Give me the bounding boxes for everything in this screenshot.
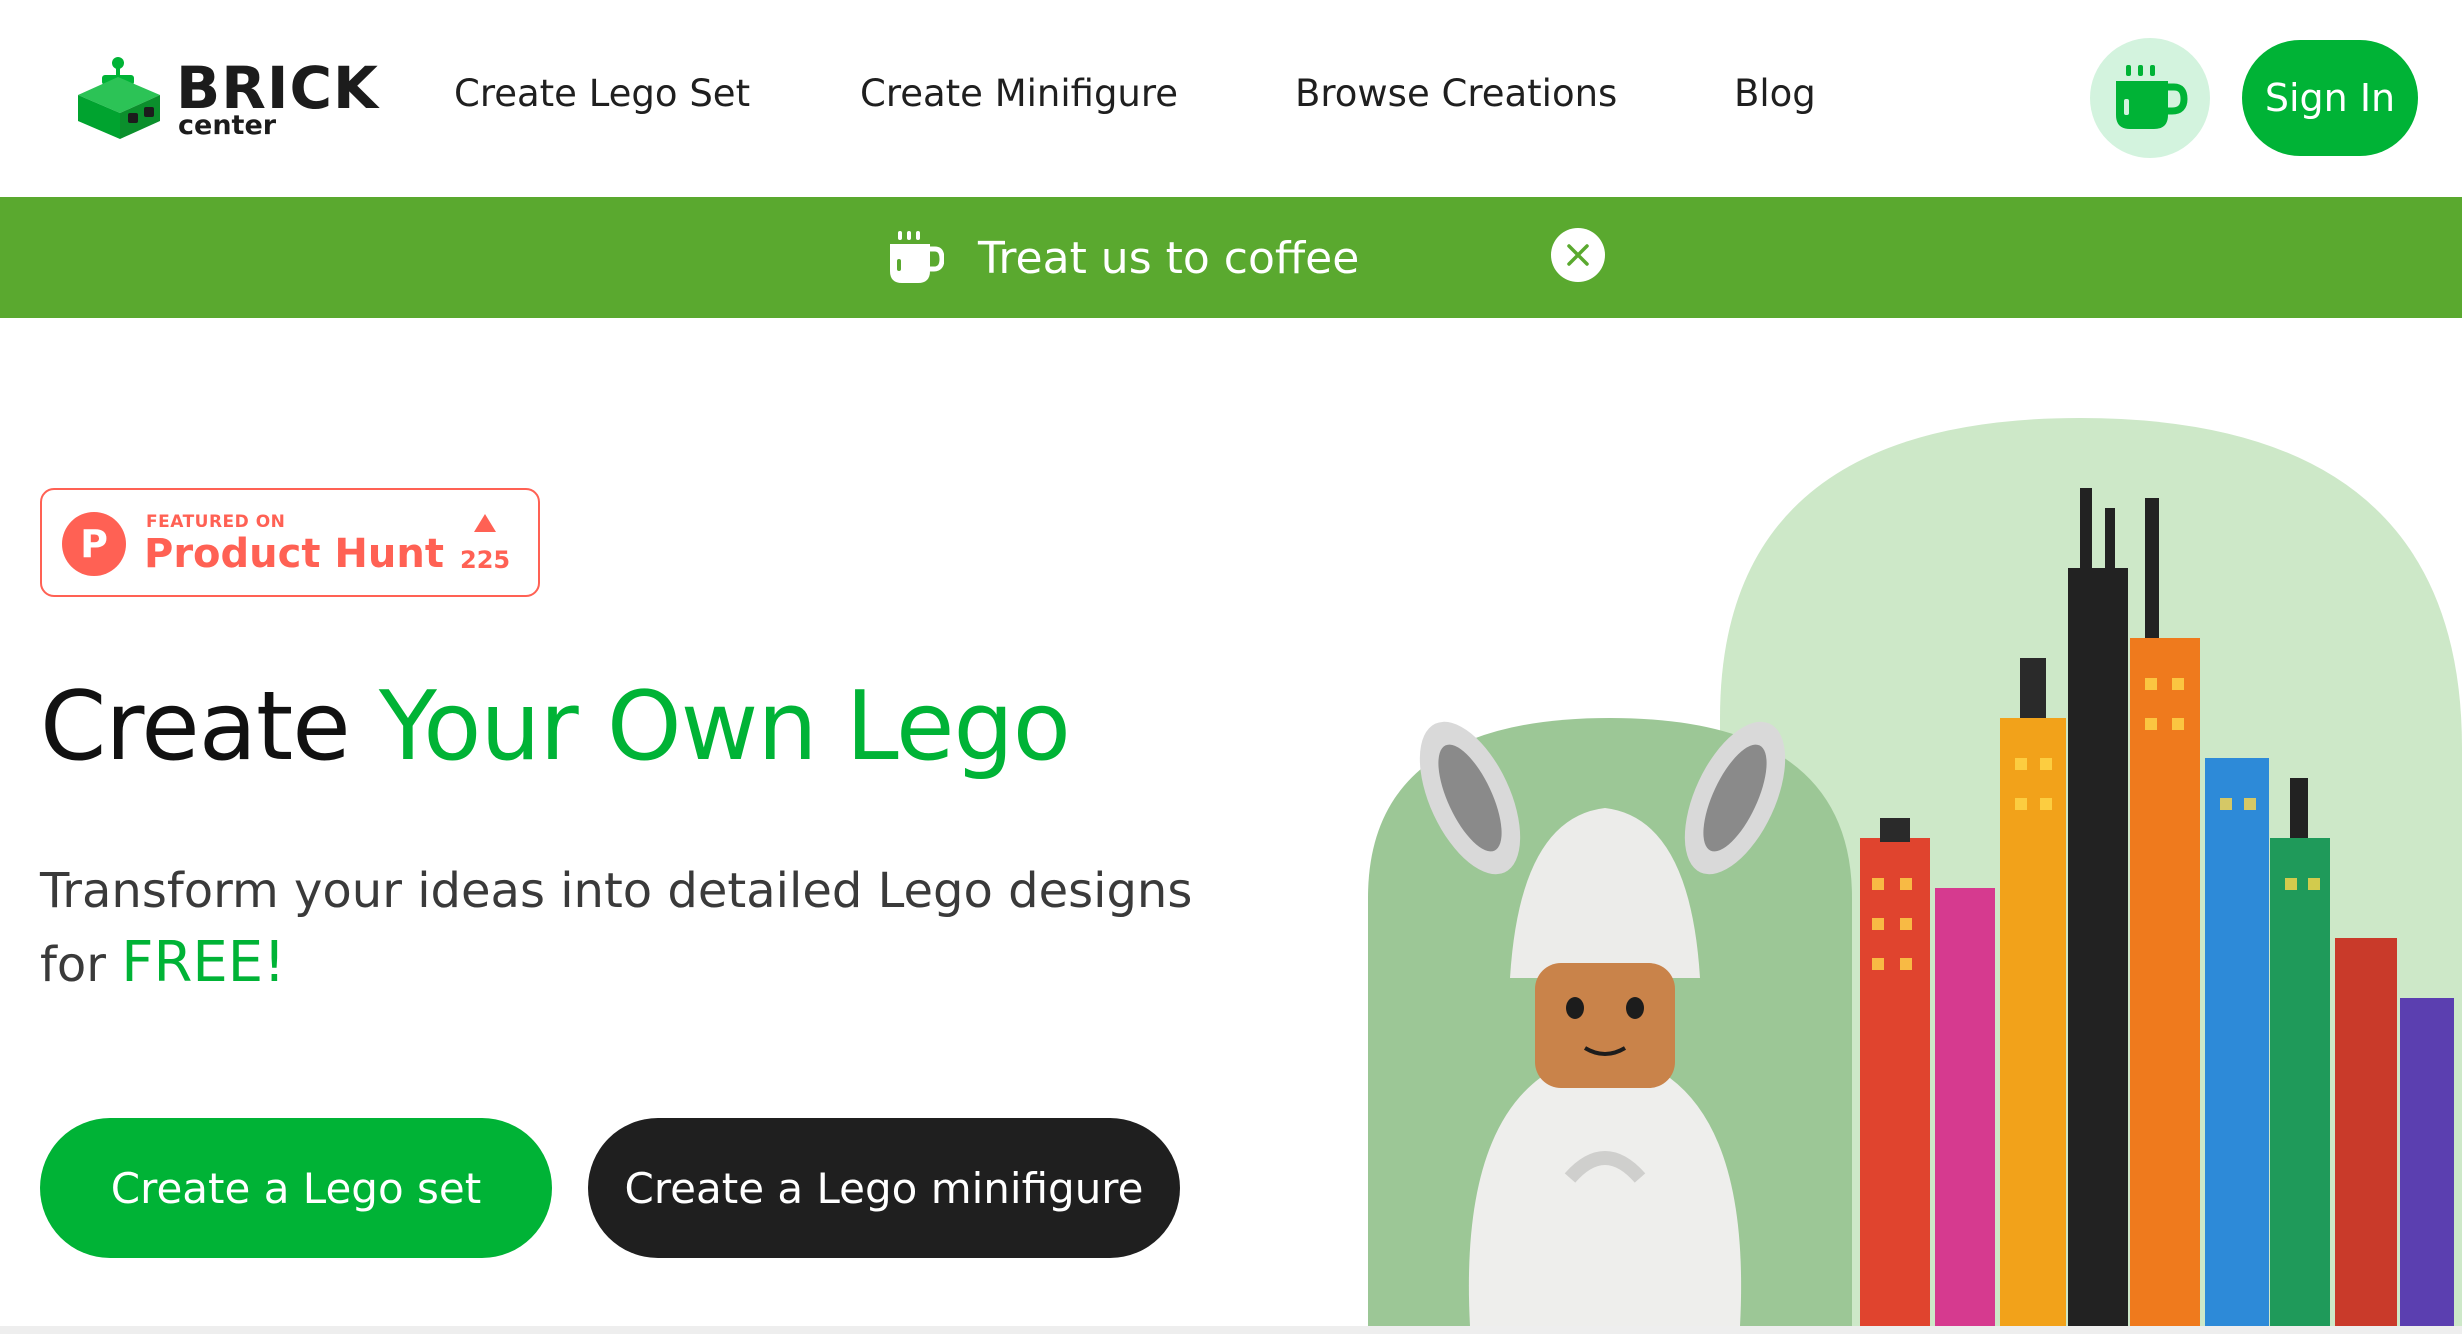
coffee-cup-icon [890, 231, 944, 283]
brand-logo[interactable]: BRICK center [74, 55, 394, 145]
product-hunt-name: Product Hunt [144, 531, 444, 577]
create-lego-set-button[interactable]: Create a Lego set [40, 1118, 552, 1258]
hero-subtitle-for: for [40, 937, 106, 993]
nav-create-lego-set[interactable]: Create Lego Set [454, 72, 750, 116]
upvote-arrow-icon [474, 514, 496, 532]
sign-in-button[interactable]: Sign In [2242, 40, 2418, 156]
nav-blog[interactable]: Blog [1734, 72, 1816, 116]
banner-text[interactable]: Treat us to coffee [978, 233, 1359, 286]
nav-browse-creations[interactable]: Browse Creations [1295, 72, 1617, 116]
upvote-count: 225 [460, 546, 511, 574]
create-minifigure-button[interactable]: Create a Lego minifigure [588, 1118, 1180, 1258]
hero-subtitle-line1: Transform your ideas into detailed Lego … [40, 863, 1193, 919]
hero-title-accent: Your Own Lego [378, 672, 1071, 782]
nav-create-minifigure[interactable]: Create Minifigure [860, 72, 1178, 116]
coffee-banner: Treat us to coffee [0, 197, 2462, 318]
brand-subtitle: center [178, 110, 277, 141]
product-hunt-featured-label: FEATURED ON [146, 512, 286, 532]
hero-title: Create Your Own Lego [40, 670, 1071, 784]
product-hunt-logo-icon: P [62, 512, 126, 576]
page-bottom-divider [0, 1326, 2462, 1334]
close-icon [1567, 244, 1589, 266]
site-header: BRICK center Create Lego Set Create Mini… [0, 0, 2462, 197]
hero-subtitle: Transform your ideas into detailed Lego … [40, 855, 1280, 1001]
hero-title-start: Create [40, 672, 351, 782]
coffee-cup-icon [2116, 65, 2188, 129]
hero-illustration [1360, 418, 2462, 1326]
lego-city-and-minifigure-illustration [1368, 418, 2462, 1326]
hero-subtitle-free: FREE! [121, 930, 286, 995]
lego-robot-icon [78, 57, 160, 139]
brand-name: BRICK [176, 54, 379, 122]
banner-close-button[interactable] [1551, 228, 1605, 282]
product-hunt-badge[interactable]: P FEATURED ON Product Hunt 225 [40, 488, 540, 597]
coffee-button[interactable] [2090, 38, 2210, 158]
